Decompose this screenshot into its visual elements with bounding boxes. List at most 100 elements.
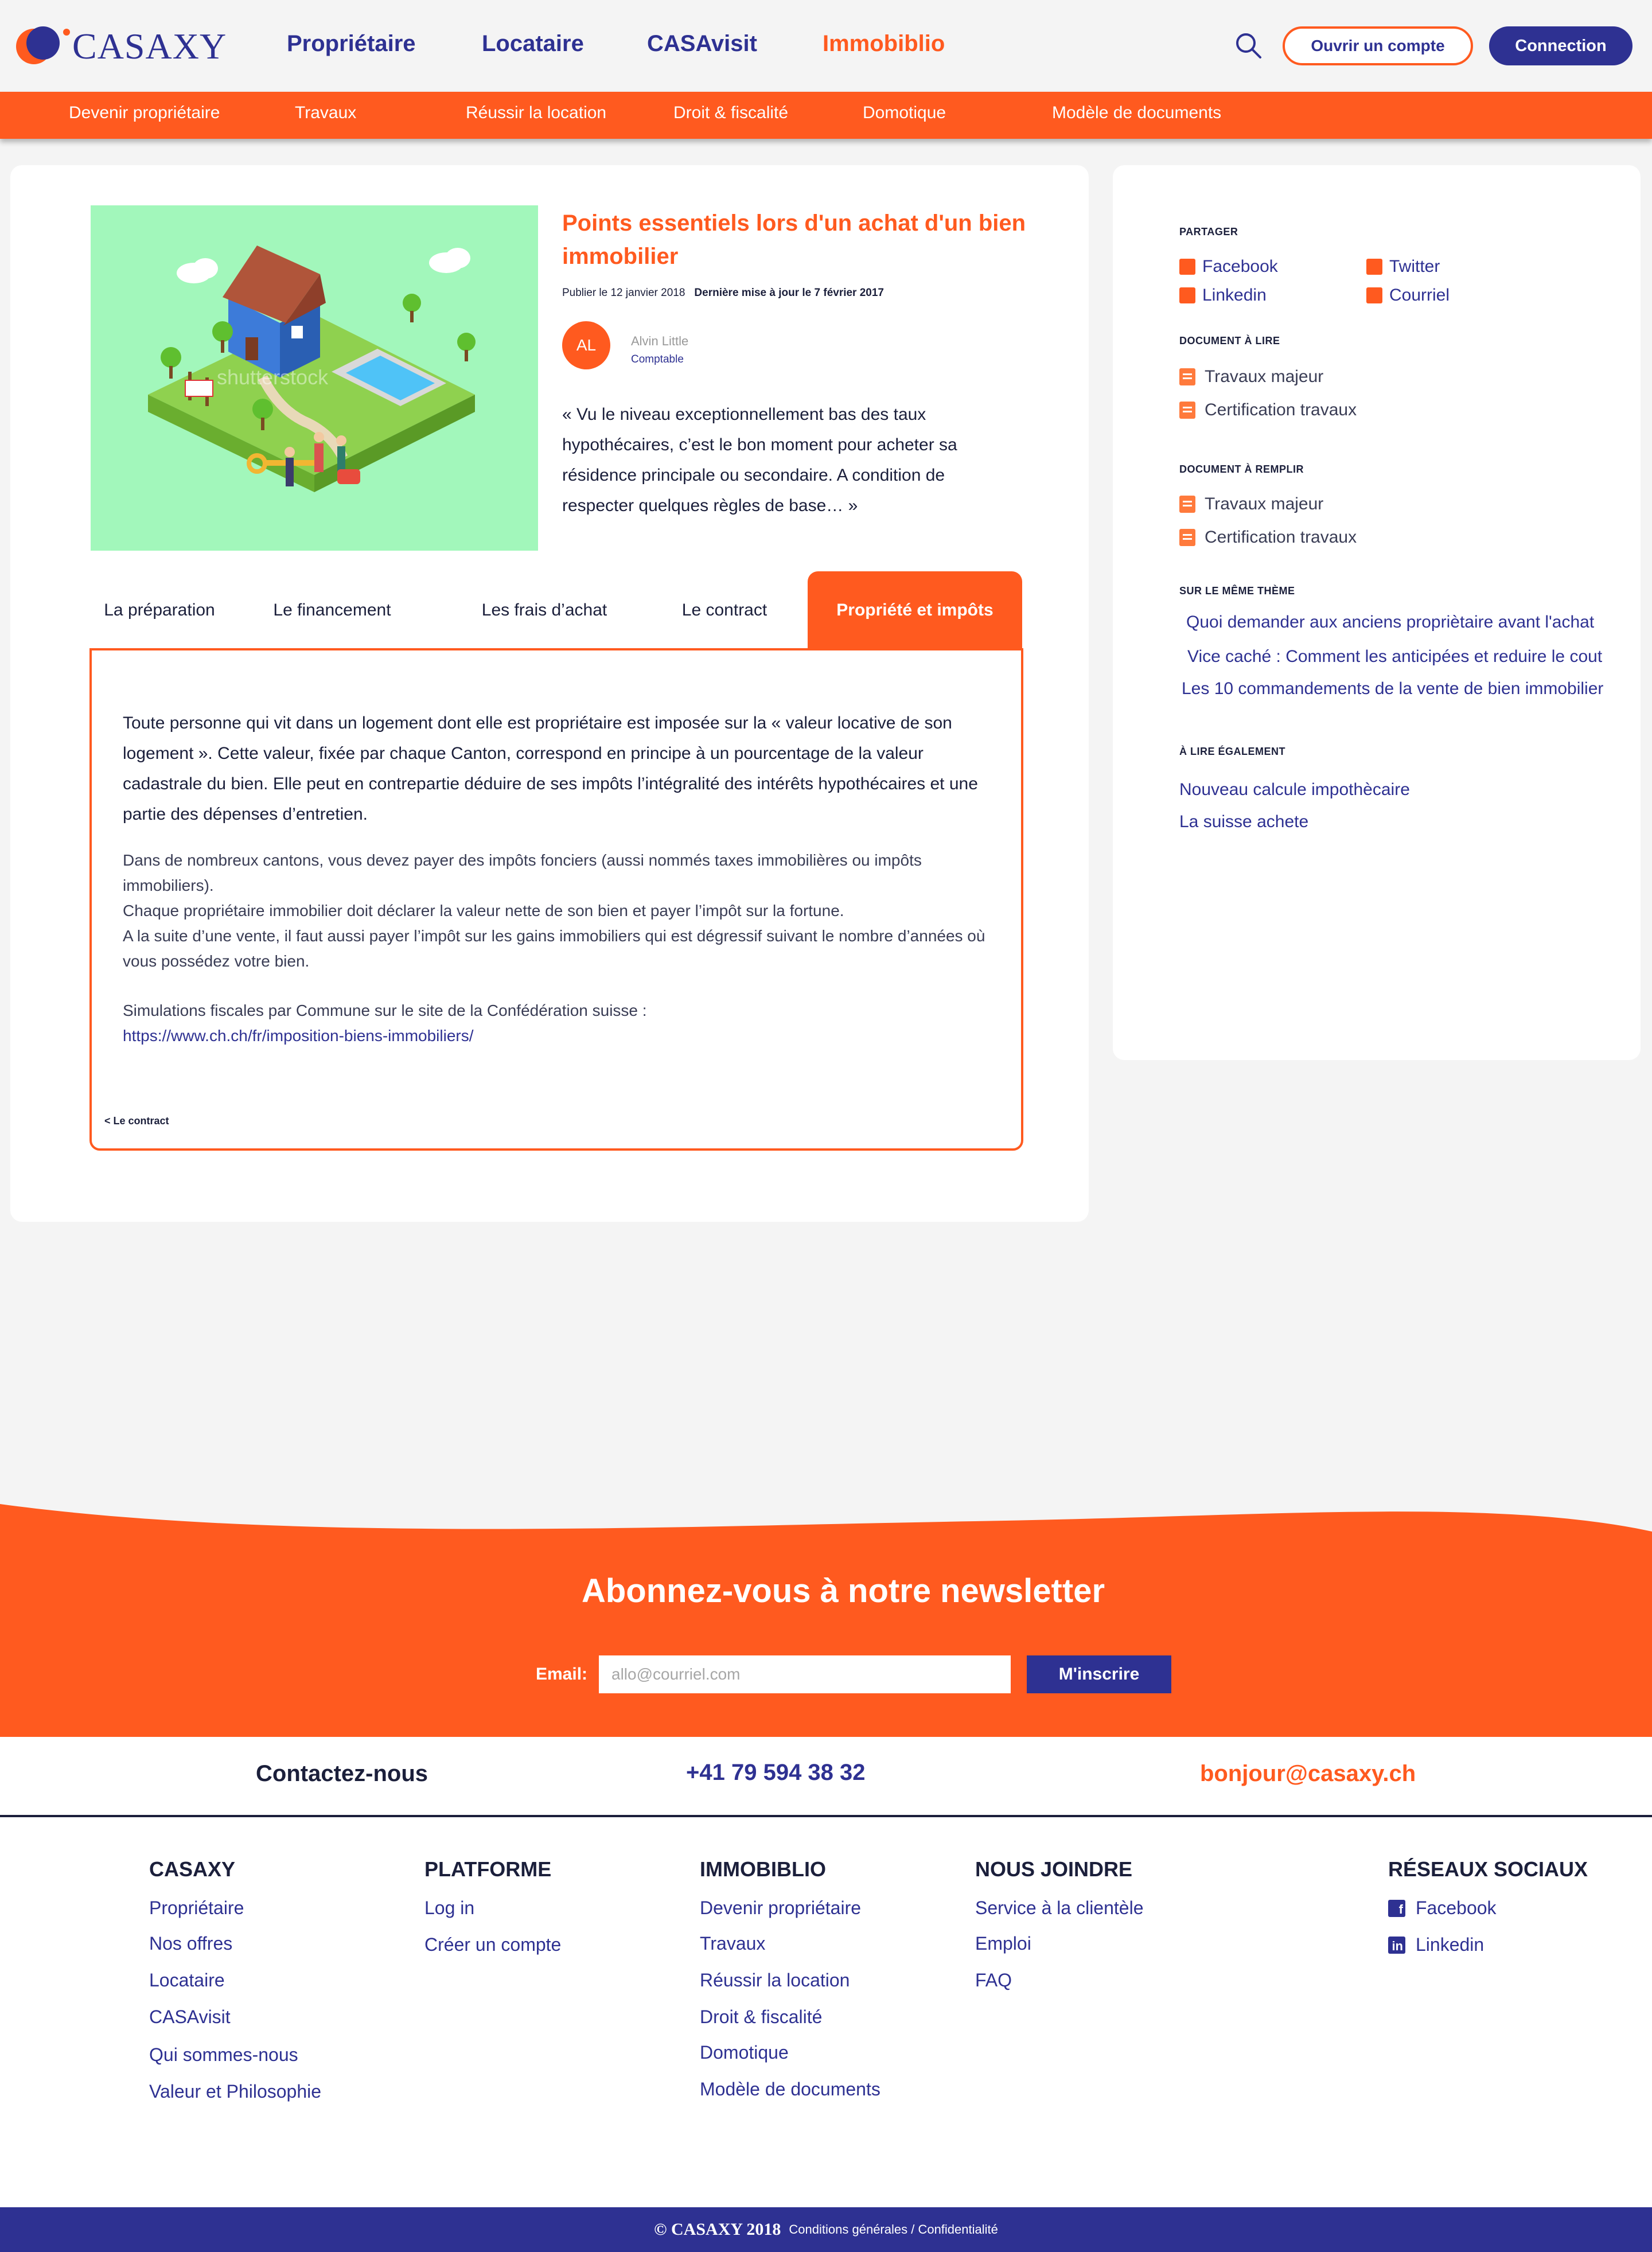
previous-tab-link[interactable]: < Le contract <box>104 1115 169 1127</box>
contact-email[interactable]: bonjour@casaxy.ch <box>1200 1761 1416 1787</box>
footer-link[interactable]: Réussir la location <box>700 1970 850 1991</box>
subnav-droit-fiscalite[interactable]: Droit & fiscalité <box>673 103 788 123</box>
footer-link[interactable]: Emploi <box>975 1933 1031 1954</box>
image-watermark: shutterstock <box>217 365 329 389</box>
tab-propriete-impots[interactable]: Propriété et impôts <box>808 571 1022 649</box>
subnav-modele-documents[interactable]: Modèle de documents <box>1052 103 1221 123</box>
subnav-devenir-proprietaire[interactable]: Devenir propriétaire <box>69 103 220 123</box>
article-meta: Publier le 12 janvier 2018 Dernière mise … <box>562 287 884 299</box>
subnav-travaux[interactable]: Travaux <box>295 103 356 123</box>
footer-link[interactable]: Nos offres <box>149 1933 232 1954</box>
confederation-link[interactable]: https://www.ch.ch/fr/imposition-biens-im… <box>123 1027 474 1045</box>
legal-links[interactable]: Conditions générales / Confidentialité <box>789 2222 998 2237</box>
theme-link-3[interactable]: Les 10 commandements de la vente de bien… <box>1182 679 1603 699</box>
search-icon[interactable] <box>1234 32 1263 60</box>
also-link-2[interactable]: La suisse achete <box>1179 812 1308 832</box>
open-account-button[interactable]: Ouvrir un compte <box>1283 26 1473 65</box>
author-role: Comptable <box>631 353 684 365</box>
linkedin-icon <box>1179 287 1195 303</box>
footer-link[interactable]: Devenir propriétaire <box>700 1898 861 1919</box>
login-button[interactable]: Connection <box>1489 26 1632 65</box>
author-avatar[interactable]: AL <box>562 321 610 369</box>
logo-text: CASAXY <box>72 26 227 67</box>
copyright-bar: © CASAXY 2018 Conditions générales / Con… <box>0 2207 1652 2252</box>
document-icon <box>1179 496 1195 513</box>
footer-link[interactable]: Locataire <box>149 1970 225 1991</box>
contact-title: Contactez-nous <box>256 1761 428 1786</box>
casaxy-logo[interactable]: CASAXY <box>13 23 231 69</box>
tab-frais-achat[interactable]: Les frais d’achat <box>461 571 628 649</box>
footer-linkedin-link[interactable]: in Linkedin <box>1388 1934 1484 1955</box>
panel-paragraph-2: Dans de nombreux cantons, vous devez pay… <box>123 848 995 974</box>
read-doc-certification[interactable]: Certification travaux <box>1179 400 1357 420</box>
subscribe-button[interactable]: M'inscrire <box>1027 1655 1171 1693</box>
newsletter-background <box>0 1504 1652 1737</box>
footer-col-reseaux-title: RÉSEAUX SOCIAUX <box>1388 1857 1588 1881</box>
facebook-icon: f <box>1388 1899 1405 1917</box>
share-email[interactable]: Courriel <box>1366 286 1450 305</box>
panel-line-fonciers: Dans de nombreux cantons, vous devez pay… <box>123 851 922 894</box>
newsletter-title: Abonnez-vous à notre newsletter <box>581 1572 1105 1610</box>
footer-link[interactable]: Travaux <box>700 1933 765 1954</box>
share-facebook[interactable]: Facebook <box>1179 257 1278 276</box>
theme-link-2[interactable]: Vice caché : Comment les anticipées et r… <box>1187 647 1602 667</box>
footer-link[interactable]: Domotique <box>700 2042 789 2063</box>
also-link-1[interactable]: Nouveau calcule impothècaire <box>1179 780 1410 800</box>
document-icon <box>1179 529 1195 546</box>
tab-preparation[interactable]: La préparation <box>91 571 228 649</box>
tab-contract[interactable]: Le contract <box>659 571 790 649</box>
share-twitter-label: Twitter <box>1389 257 1440 276</box>
footer-link[interactable]: Droit & fiscalité <box>700 2006 822 2028</box>
sub-navigation: Devenir propriétaire Travaux Réussir la … <box>0 92 1652 139</box>
read-doc-travaux[interactable]: Travaux majeur <box>1179 367 1323 387</box>
nav-proprietaire[interactable]: Propriétaire <box>287 31 416 57</box>
footer-link[interactable]: Log in <box>424 1898 474 1919</box>
footer-link[interactable]: Modèle de documents <box>700 2079 880 2100</box>
document-icon <box>1179 402 1195 419</box>
share-twitter[interactable]: Twitter <box>1366 257 1440 276</box>
fill-doc-travaux[interactable]: Travaux majeur <box>1179 494 1323 514</box>
nav-immobiblio[interactable]: Immobiblio <box>823 31 945 57</box>
footer-link[interactable]: Service à la clientèle <box>975 1898 1143 1919</box>
contact-bar: Contactez-nous +41 79 594 38 32 bonjour@… <box>0 1737 1652 1817</box>
read-doc-travaux-label: Travaux majeur <box>1205 367 1324 386</box>
read-heading: DOCUMENT À LIRE <box>1179 335 1280 346</box>
contact-phone[interactable]: +41 79 594 38 32 <box>686 1760 866 1786</box>
fill-doc-certification-label: Certification travaux <box>1205 528 1357 547</box>
footer-linkedin-label: Linkedin <box>1416 1934 1485 1955</box>
footer-link[interactable]: CASAvisit <box>149 2006 231 2028</box>
panel-line-fortune: Chaque propriétaire immobilier doit décl… <box>123 902 844 919</box>
panel-simulation-text: Simulations fiscales par Commune sur le … <box>123 1002 647 1019</box>
fill-heading: DOCUMENT À REMPLIR <box>1179 463 1304 475</box>
logo-dot-small <box>63 29 70 36</box>
newsletter-email-input[interactable] <box>599 1655 1011 1693</box>
article-tabs: La préparation Le financement Les frais … <box>91 571 1022 649</box>
theme-link-1[interactable]: Quoi demander aux anciens propriètaire a… <box>1186 613 1594 632</box>
footer-link[interactable]: Créer un compte <box>424 1934 561 1955</box>
subnav-domotique[interactable]: Domotique <box>863 103 946 123</box>
share-linkedin[interactable]: Linkedin <box>1179 286 1267 305</box>
article-title: Points essentiels lors d'un achat d'un b… <box>562 211 1026 269</box>
footer-link[interactable]: FAQ <box>975 1970 1012 1991</box>
article-quote: « Vu le niveau exceptionnellement bas de… <box>562 405 957 515</box>
published-date: Publier le 12 janvier 2018 <box>562 287 685 299</box>
footer-link[interactable]: Valeur et Philosophie <box>149 2081 321 2102</box>
linkedin-icon: in <box>1388 1936 1405 1954</box>
copyright-text: © CASAXY 2018 <box>654 2220 781 2239</box>
document-icon <box>1179 368 1195 385</box>
footer-facebook-label: Facebook <box>1416 1898 1497 1918</box>
fill-doc-travaux-label: Travaux majeur <box>1205 494 1324 513</box>
footer-link[interactable]: Qui sommes-nous <box>149 2044 298 2066</box>
share-facebook-label: Facebook <box>1202 257 1278 276</box>
panel-paragraph-3: Simulations fiscales par Commune sur le … <box>123 998 995 1049</box>
tab-panel: Toute personne qui vit dans un logement … <box>89 648 1023 1151</box>
fill-doc-certification[interactable]: Certification travaux <box>1179 528 1357 547</box>
subnav-reussir-location[interactable]: Réussir la location <box>466 103 606 123</box>
footer-col-nous-joindre-title: NOUS JOINDRE <box>975 1857 1133 1881</box>
footer-facebook-link[interactable]: f Facebook <box>1388 1898 1497 1919</box>
footer-link[interactable]: Propriétaire <box>149 1898 244 1919</box>
nav-locataire[interactable]: Locataire <box>482 31 584 57</box>
nav-casavisit[interactable]: CASAvisit <box>647 31 757 57</box>
author-name[interactable]: Alvin Little <box>631 334 688 349</box>
tab-financement[interactable]: Le financement <box>255 571 410 649</box>
